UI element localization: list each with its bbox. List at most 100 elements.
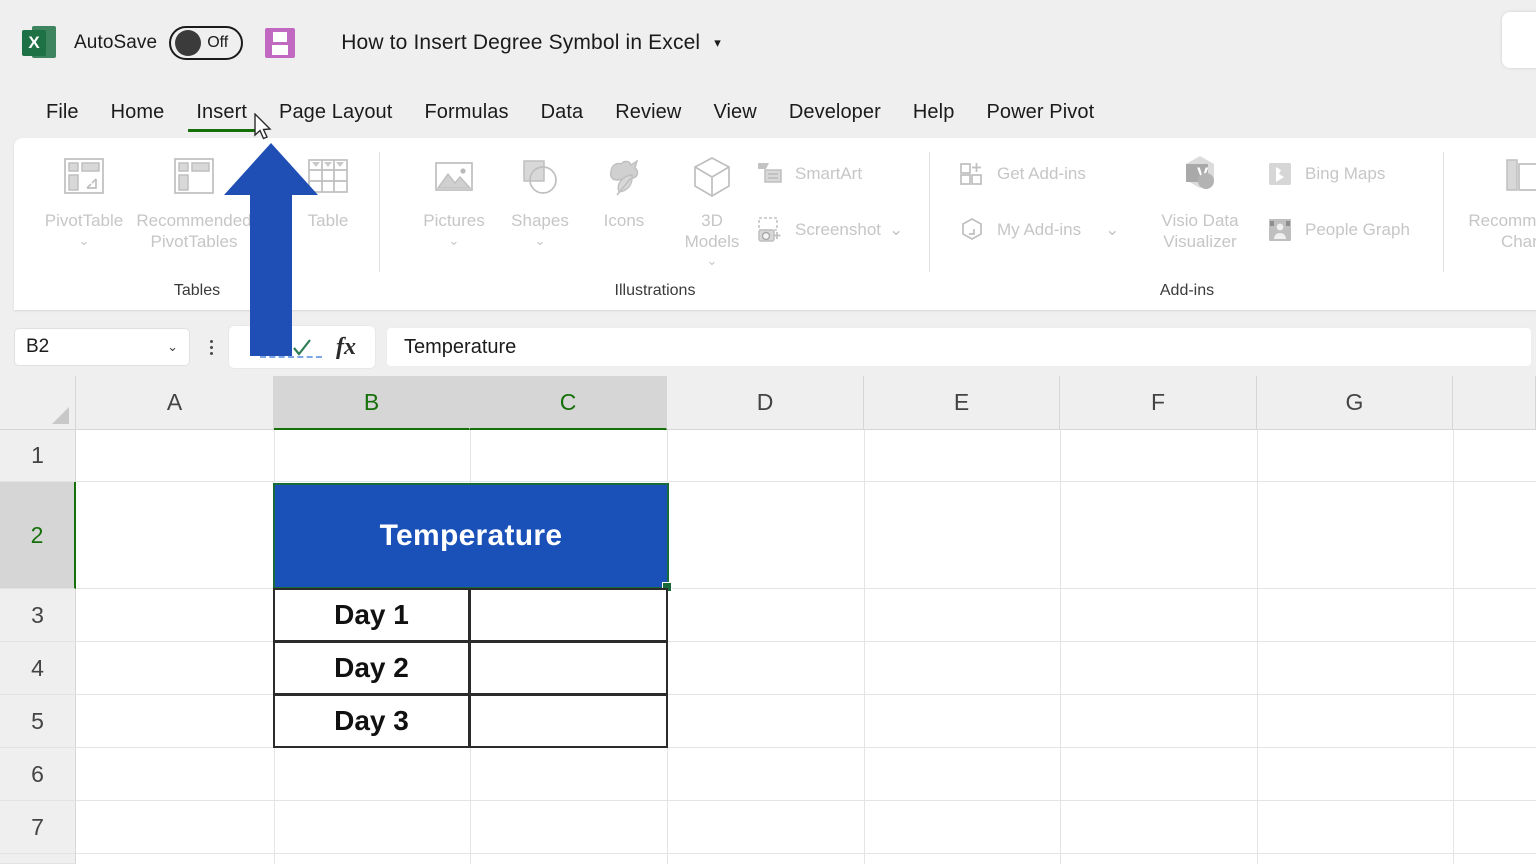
- tab-developer[interactable]: Developer: [773, 90, 897, 134]
- excel-window: X AutoSave Off How to Insert Degree Symb…: [0, 0, 1536, 864]
- cell-b2-merged-temperature[interactable]: Temperature: [273, 483, 669, 589]
- recommended-pivottables-label: Recommended PivotTables: [136, 211, 252, 251]
- fx-label: fx: [336, 333, 356, 360]
- table-button[interactable]: Table: [276, 150, 380, 232]
- visio-data-visualizer-button[interactable]: V Visio Data Visualizer: [1148, 150, 1252, 252]
- recommended-charts-label: RecommendedCharts: [1468, 211, 1536, 251]
- fx-icon[interactable]: fx: [326, 328, 366, 366]
- chevron-down-icon[interactable]: ⌄: [707, 253, 718, 269]
- recommended-pivottables-icon: [167, 150, 221, 204]
- chevron-down-icon[interactable]: ⌄: [167, 339, 178, 355]
- column-header-f[interactable]: F: [1060, 376, 1257, 430]
- excel-logo-icon: X: [22, 24, 56, 62]
- row-header-8[interactable]: [0, 854, 76, 864]
- name-box-value: B2: [26, 336, 50, 357]
- column-header-g[interactable]: G: [1257, 376, 1453, 430]
- chevron-down-icon[interactable]: ⌄: [1105, 220, 1119, 240]
- recommended-charts-button[interactable]: RecommendedCharts: [1468, 150, 1536, 252]
- column-header-a[interactable]: A: [76, 376, 274, 430]
- row-header-7[interactable]: 7: [0, 801, 76, 854]
- tab-insert[interactable]: Insert: [180, 90, 263, 134]
- smartart-label: SmartArt: [795, 164, 863, 183]
- pictures-label: Pictures: [423, 211, 485, 230]
- column-header-c[interactable]: C: [470, 376, 667, 430]
- tab-help[interactable]: Help: [897, 90, 971, 134]
- tab-formulas[interactable]: Formulas: [408, 90, 524, 134]
- autosave-toggle[interactable]: Off: [169, 26, 244, 60]
- pivottable-button[interactable]: PivotTable ⌄: [32, 150, 136, 249]
- formula-bar: B2 ⌄ fx Temperature: [0, 318, 1536, 376]
- pictures-icon: [427, 150, 481, 204]
- ribbon: PivotTable ⌄ Recommended PivotTables Tab…: [14, 138, 1536, 310]
- screenshot-button[interactable]: Screenshot ⌄: [756, 216, 903, 244]
- formula-input[interactable]: Temperature: [386, 327, 1532, 367]
- table-icon: [301, 150, 355, 204]
- recommended-pivottables-button[interactable]: Recommended PivotTables: [136, 150, 252, 252]
- ribbon-group-charts: RecommendedCharts: [1444, 138, 1536, 310]
- titlebar-right-control[interactable]: [1502, 12, 1536, 68]
- tab-power-pivot[interactable]: Power Pivot: [970, 90, 1110, 134]
- tab-home[interactable]: Home: [95, 90, 181, 134]
- cell-c3-day-value[interactable]: [469, 588, 668, 642]
- column-header-d[interactable]: D: [667, 376, 864, 430]
- ribbon-group-tables: PivotTable ⌄ Recommended PivotTables Tab…: [14, 138, 380, 310]
- tab-file[interactable]: File: [30, 90, 95, 134]
- my-addins-button[interactable]: My Add-ins ⌄: [958, 216, 1119, 244]
- row-header-1[interactable]: 1: [0, 430, 76, 482]
- pivottable-icon: [57, 150, 111, 204]
- column-header-h[interactable]: [1453, 376, 1536, 430]
- shapes-label: Shapes: [511, 211, 569, 230]
- visio-data-visualizer-label: Visio Data Visualizer: [1161, 211, 1239, 251]
- cell-c5-day-value[interactable]: [469, 694, 668, 748]
- bing-maps-button[interactable]: Bing Maps: [1266, 160, 1385, 188]
- ribbon-group-addins: Get Add-ins My Add-ins ⌄ V Visio Data Vi…: [930, 138, 1444, 310]
- bing-maps-icon: [1266, 160, 1294, 188]
- row-header-2[interactable]: 2: [0, 482, 76, 589]
- 3d-models-button[interactable]: 3D Models ⌄: [660, 150, 764, 269]
- cell-b3-day-label[interactable]: Day 1: [273, 588, 470, 642]
- icons-label: Icons: [603, 211, 645, 230]
- cell-b4-day-label[interactable]: Day 2: [273, 641, 470, 695]
- row-header-5[interactable]: 5: [0, 695, 76, 748]
- group-title-addins: Add-ins: [1159, 282, 1215, 299]
- row-header-3[interactable]: 3: [0, 589, 76, 642]
- cell-b5-day-label[interactable]: Day 3: [273, 694, 470, 748]
- column-header-e[interactable]: E: [864, 376, 1060, 430]
- my-addins-label: My Add-ins: [997, 220, 1082, 239]
- autosave-state-label: Off: [207, 34, 229, 51]
- my-addins-icon: [958, 216, 986, 244]
- smartart-button[interactable]: SmartArt: [756, 160, 862, 188]
- document-title-caret-icon[interactable]: ▾: [714, 35, 721, 51]
- tab-review[interactable]: Review: [599, 90, 697, 134]
- tab-data[interactable]: Data: [525, 90, 600, 134]
- table-label: Table: [307, 211, 349, 230]
- select-all-corner[interactable]: [0, 376, 76, 430]
- gridline: [1453, 430, 1454, 864]
- tab-view[interactable]: View: [697, 90, 772, 134]
- chevron-down-icon[interactable]: ⌄: [79, 233, 90, 249]
- recommended-charts-icon: [1499, 150, 1536, 204]
- cancel-x-icon[interactable]: [238, 328, 278, 366]
- gridline: [1060, 430, 1061, 864]
- gridline: [76, 853, 1536, 854]
- name-box[interactable]: B2 ⌄: [14, 328, 190, 366]
- formula-bar-options-icon[interactable]: [202, 328, 220, 366]
- row-header-6[interactable]: 6: [0, 748, 76, 801]
- row-header-4[interactable]: 4: [0, 642, 76, 695]
- group-title-illustrations: Illustrations: [614, 282, 696, 299]
- column-header-b[interactable]: B: [274, 376, 470, 430]
- smartart-icon: [756, 160, 784, 188]
- chevron-down-icon[interactable]: ⌄: [535, 233, 546, 249]
- spreadsheet-grid: A B C D E F G 1 2 3 4 5 6 7 Temperature: [0, 376, 1536, 864]
- chevron-down-icon[interactable]: ⌄: [889, 220, 903, 240]
- people-graph-button[interactable]: People Graph: [1266, 216, 1410, 244]
- tab-page-layout[interactable]: Page Layout: [263, 90, 408, 134]
- enter-check-icon[interactable]: [282, 328, 322, 366]
- get-addins-button[interactable]: Get Add-ins: [958, 160, 1086, 188]
- chevron-down-icon[interactable]: ⌄: [449, 233, 460, 249]
- people-graph-label: People Graph: [1305, 220, 1410, 239]
- shapes-icon: [513, 150, 567, 204]
- save-floppy-icon[interactable]: [265, 28, 296, 58]
- cell-c4-day-value[interactable]: [469, 641, 668, 695]
- screenshot-icon: [756, 216, 784, 244]
